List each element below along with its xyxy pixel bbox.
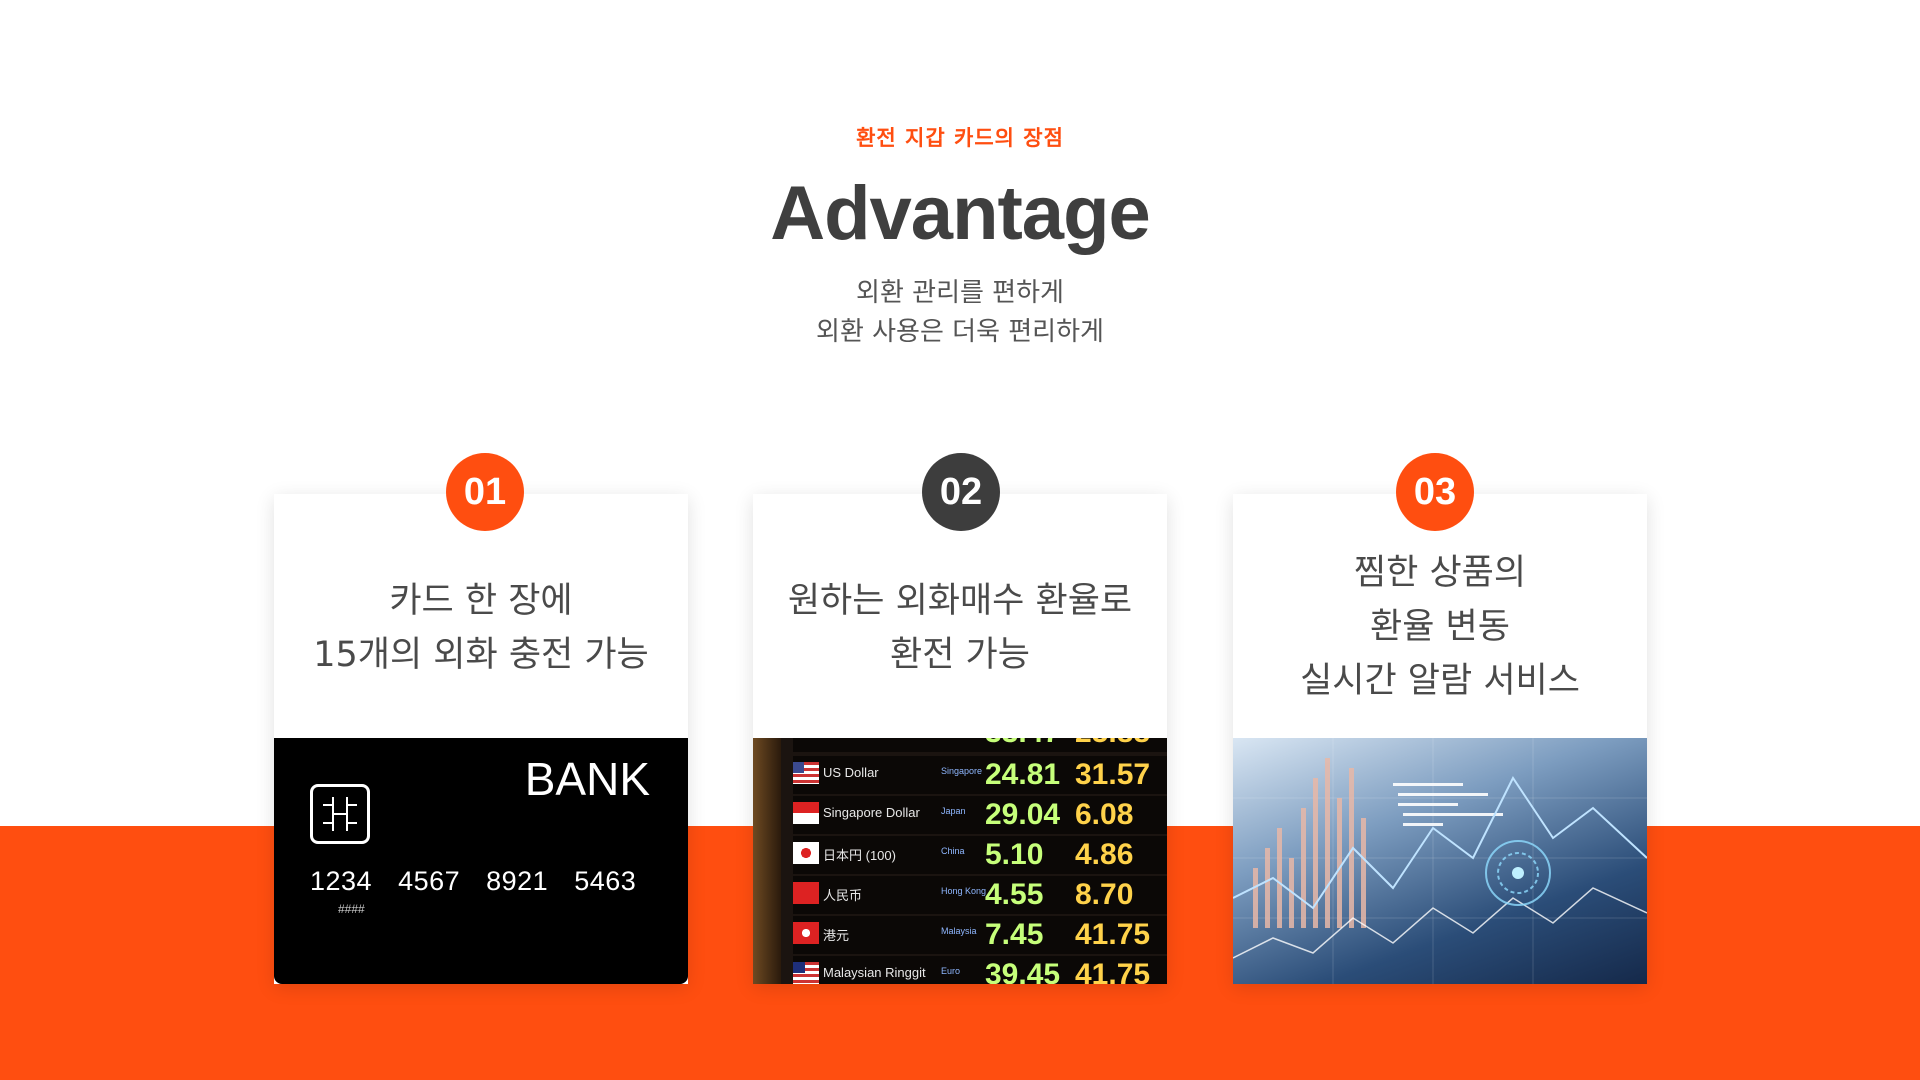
- board-value: 4.86: [1075, 838, 1134, 871]
- singapore-flag-icon: [793, 802, 819, 824]
- board-value: 31.57: [1075, 758, 1151, 791]
- board-row-top: 33.47 25.88: [793, 738, 1167, 752]
- card-2-line-2: 환전 가능: [890, 635, 1030, 675]
- currency-mini: China: [941, 846, 965, 856]
- board-value: 41.75: [1075, 958, 1151, 984]
- currency-name: Singapore Dollar: [823, 805, 920, 820]
- hongkong-flag-icon: [793, 922, 819, 944]
- card-hash: ####: [338, 902, 365, 916]
- currency-name: 日本円 (100): [823, 848, 896, 863]
- board-value: 24.81: [985, 758, 1061, 791]
- advantage-card-2-text: 원하는 외화매수 환율로 환전 가능: [753, 574, 1167, 682]
- card-3-line-2: 환율 변동: [1370, 607, 1510, 647]
- board-value: 5.10: [985, 838, 1044, 871]
- currency-name: 港元: [823, 928, 850, 943]
- currency-mini: Singapore: [941, 766, 983, 776]
- currency-mini: Euro: [941, 966, 961, 976]
- advantage-card-3-text: 찜한 상품의 환율 변동 실시간 알람 서비스: [1233, 546, 1647, 708]
- board-row: 人民币 Hong Kong 4.55 8.70: [793, 876, 1167, 914]
- section-subtitle-line1: 외환 관리를 편하게: [856, 278, 1064, 308]
- section-title: Advantage: [770, 171, 1151, 256]
- bank-card-image: BANK 1234 4567 8921 5463 ####: [274, 738, 688, 984]
- financial-chart-image: [1233, 738, 1647, 984]
- advantage-card-1: 카드 한 장에 15개의 외화 충전 가능 BANK 1234 4567 892…: [274, 494, 688, 984]
- board-value: 8.70: [1075, 878, 1134, 911]
- section-eyebrow: 환전 지갑 카드의 장점: [856, 126, 1064, 150]
- card-chip-icon: [310, 784, 370, 844]
- advantage-card-1-text: 카드 한 장에 15개의 외화 충전 가능: [274, 574, 688, 682]
- currency-name: 人民币: [823, 888, 863, 903]
- badge-01: 01: [446, 453, 524, 531]
- card-2-line-1: 원하는 외화매수 환율로: [787, 581, 1133, 621]
- currency-mini: Malaysia: [941, 926, 977, 936]
- japan-flag-icon: [793, 842, 819, 864]
- card-number: 1234 4567 8921 5463: [310, 866, 637, 896]
- currency-mini: Japan: [941, 806, 966, 816]
- currency-name: US Dollar: [823, 765, 879, 780]
- card-1-line-2: 15개의 외화 충전 가능: [313, 635, 649, 675]
- board-value: 4.55: [985, 878, 1044, 911]
- malaysia-flag-icon: [793, 962, 819, 984]
- currency-name: Malaysian Ringgit: [823, 965, 926, 980]
- board-value: 29.04: [985, 798, 1061, 831]
- board-row: 港元 Malaysia 7.45 41.75: [793, 916, 1167, 954]
- board-value: 7.45: [985, 918, 1044, 951]
- board-value: 39.45: [985, 958, 1061, 984]
- badge-03: 03: [1396, 453, 1474, 531]
- currency-mini: Hong Kong: [941, 886, 987, 896]
- board-frame: [753, 738, 781, 984]
- exchange-rate-board-image: 33.47 25.88 US Dollar Singapore 24.81 31…: [753, 738, 1167, 984]
- board-value: 6.08: [1075, 798, 1134, 831]
- board-row: Malaysian Ringgit Euro 39.45 41.75: [793, 956, 1167, 984]
- card-3-line-3: 실시간 알람 서비스: [1300, 661, 1580, 701]
- china-flag-icon: [793, 882, 819, 904]
- board-value: 25.88: [1075, 738, 1150, 750]
- card-3-line-1: 찜한 상품의: [1353, 553, 1527, 593]
- board-value: 41.75: [1075, 918, 1151, 951]
- board-row: US Dollar Singapore 24.81 31.57: [793, 756, 1167, 794]
- bank-label: BANK: [524, 753, 650, 805]
- board-value: 33.47: [985, 738, 1060, 750]
- badge-02: 02: [922, 453, 1000, 531]
- section-subtitle-line2: 외환 사용은 더욱 편리하게: [816, 317, 1104, 347]
- board-row: 日本円 (100) China 5.10 4.86: [793, 836, 1167, 874]
- board-row: Singapore Dollar Japan 29.04 6.08: [793, 796, 1167, 834]
- us-flag-icon: [793, 762, 819, 784]
- card-1-line-1: 카드 한 장에: [389, 581, 573, 621]
- advantage-card-2: 원하는 외화매수 환율로 환전 가능 33.47 25.88 US Dollar…: [753, 494, 1167, 984]
- advantage-card-3: 찜한 상품의 환율 변동 실시간 알람 서비스: [1233, 494, 1647, 984]
